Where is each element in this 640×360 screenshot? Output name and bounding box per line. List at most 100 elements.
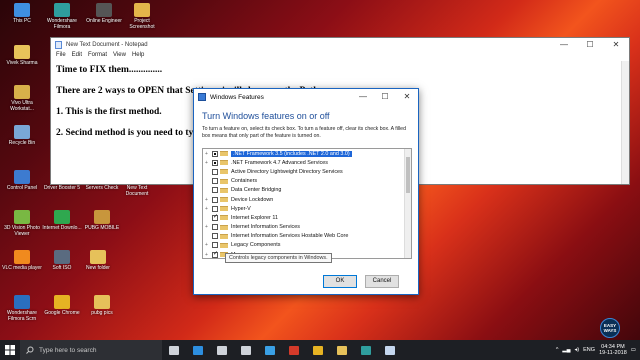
desktop-icon[interactable]: VLC media player: [2, 250, 42, 271]
close-button[interactable]: ✕: [603, 38, 629, 52]
feature-checkbox[interactable]: [212, 196, 218, 203]
feature-checkbox[interactable]: [212, 187, 218, 194]
network-icon[interactable]: ▂▄: [562, 347, 570, 353]
desktop-icon-image: [14, 45, 30, 59]
desktop-icon[interactable]: PUBG MOBILE: [82, 210, 122, 231]
taskbar-app-edge[interactable]: [186, 340, 210, 360]
desktop-icon[interactable]: 3D Vision Photo Viewer: [2, 210, 42, 237]
feature-checkbox[interactable]: [212, 205, 218, 212]
feature-checkbox[interactable]: [212, 159, 218, 166]
tooltip: Controls legacy components in Windows.: [225, 253, 332, 263]
folder-icon: [220, 160, 228, 166]
feature-row[interactable]: Active Directory Lightweight Directory S…: [203, 167, 411, 176]
maximize-button[interactable]: ☐: [577, 38, 603, 52]
expand-toggle[interactable]: +: [203, 224, 210, 230]
clock[interactable]: 04:34 PM 19-11-2018: [599, 344, 627, 357]
desktop-icon[interactable]: Wondershare Filmora Scrn: [2, 295, 42, 322]
taskbar-app-chrome[interactable]: [306, 340, 330, 360]
feature-row[interactable]: + .NET Framework 3.5 (includes .NET 2.0 a…: [203, 149, 411, 158]
feature-checkbox[interactable]: [212, 214, 218, 221]
desktop-icon-image: [94, 295, 110, 309]
feature-label: Containers: [231, 178, 258, 185]
expand-toggle[interactable]: +: [203, 242, 210, 248]
desktop-icon[interactable]: Internet Downlo...: [42, 210, 82, 231]
desktop-icon[interactable]: Google Chrome: [42, 295, 82, 316]
menu-view[interactable]: View: [113, 52, 126, 61]
desktop-icon[interactable]: Recycle Bin: [2, 125, 42, 146]
features-scrollbar[interactable]: [404, 149, 411, 258]
desktop-icon[interactable]: Vivo Ultra Workstat...: [2, 85, 42, 112]
feature-checkbox[interactable]: [212, 242, 218, 249]
filmora-icon: [361, 345, 371, 355]
dialog-minimize-button[interactable]: —: [352, 89, 374, 105]
desktop-icon[interactable]: Online Engineer: [84, 3, 124, 24]
expand-toggle[interactable]: +: [203, 151, 210, 157]
folder-icon: [220, 197, 228, 203]
scroll-thumb[interactable]: [406, 157, 410, 193]
feature-row[interactable]: Internet Explorer 11: [203, 213, 411, 222]
feature-row[interactable]: + .NET Framework 4.7 Advanced Services: [203, 158, 411, 167]
feature-row[interactable]: + Hyper-V: [203, 204, 411, 213]
taskbar-app-task-view[interactable]: [162, 340, 186, 360]
desktop-icon-label: Google Chrome: [44, 310, 80, 316]
taskbar-app-filmora[interactable]: [354, 340, 378, 360]
dialog-maximize-button[interactable]: ☐: [374, 89, 396, 105]
store-icon: [217, 345, 227, 355]
chevron-up-icon[interactable]: ^: [556, 347, 559, 353]
feature-checkbox[interactable]: [212, 224, 218, 231]
menu-file[interactable]: File: [56, 52, 66, 61]
expand-toggle[interactable]: +: [203, 197, 210, 203]
feature-row[interactable]: Containers: [203, 177, 411, 186]
menu-edit[interactable]: Edit: [72, 52, 82, 61]
desktop-icon[interactable]: This PC: [2, 3, 42, 24]
desktop-icon[interactable]: Soft ISO: [42, 250, 82, 271]
feature-row[interactable]: Data Center Bridging: [203, 186, 411, 195]
expand-toggle[interactable]: +: [203, 206, 210, 212]
taskbar-app-mail[interactable]: [234, 340, 258, 360]
desktop-icon-label: Online Engineer: [86, 18, 122, 24]
taskbar-app-app-blue[interactable]: [258, 340, 282, 360]
taskbar-app-app-red[interactable]: [282, 340, 306, 360]
notepad-title-bar[interactable]: New Text Document - Notepad: [51, 38, 629, 52]
menu-format[interactable]: Format: [88, 52, 107, 61]
feature-row[interactable]: + Device Lockdown: [203, 195, 411, 204]
notifications-icon[interactable]: ▭: [631, 347, 636, 353]
feature-row[interactable]: + Legacy Components: [203, 241, 411, 250]
volume-icon[interactable]: ◂): [575, 347, 580, 353]
feature-row[interactable]: + Internet Information Services: [203, 223, 411, 232]
desktop-icon[interactable]: Project Screenshot: [122, 3, 162, 30]
expand-toggle[interactable]: +: [203, 252, 210, 258]
desktop-icon[interactable]: New folder: [78, 250, 118, 271]
ok-button[interactable]: OK: [323, 275, 357, 288]
desktop-icon[interactable]: pubg pics: [82, 295, 122, 316]
taskbar-app-store[interactable]: [210, 340, 234, 360]
desktop-icon-image: [14, 85, 30, 99]
dialog-close-button[interactable]: ✕: [396, 89, 418, 105]
menu-help[interactable]: Help: [132, 52, 144, 61]
desktop-icon-label: New folder: [86, 265, 110, 271]
system-tray: ^ ▂▄ ◂) ENG 04:34 PM 19-11-2018 ▭: [556, 340, 636, 360]
feature-checkbox[interactable]: [212, 178, 218, 185]
taskbar-app-notepad[interactable]: [378, 340, 402, 360]
notepad-icon: [385, 345, 395, 355]
start-button[interactable]: [0, 340, 20, 360]
desktop-icon[interactable]: Control Panel: [2, 170, 42, 191]
cancel-button[interactable]: Cancel: [365, 275, 399, 288]
feature-row[interactable]: Internet Information Services Hostable W…: [203, 232, 411, 241]
windows-features-dialog[interactable]: Windows Features — ☐ ✕ Turn Windows feat…: [193, 88, 419, 295]
minimize-button[interactable]: —: [551, 38, 577, 52]
feature-checkbox[interactable]: [212, 251, 218, 258]
expand-toggle[interactable]: +: [203, 160, 210, 166]
mail-icon: [241, 345, 251, 355]
language-indicator[interactable]: ENG: [583, 347, 595, 353]
feature-checkbox[interactable]: [212, 168, 218, 175]
feature-checkbox[interactable]: [212, 233, 218, 240]
taskbar-search-box[interactable]: Type here to search: [20, 340, 162, 360]
desktop-icon[interactable]: Vivek Sharma: [2, 45, 42, 66]
notepad-scrollbar[interactable]: [621, 61, 629, 184]
desktop-icon[interactable]: Wondershare Filmora: [42, 3, 82, 30]
feature-checkbox[interactable]: [212, 150, 218, 157]
desktop-icon-image: [14, 170, 30, 184]
taskbar-app-file-explorer[interactable]: [330, 340, 354, 360]
features-tree[interactable]: + .NET Framework 3.5 (includes .NET 2.0 a…: [202, 148, 412, 259]
